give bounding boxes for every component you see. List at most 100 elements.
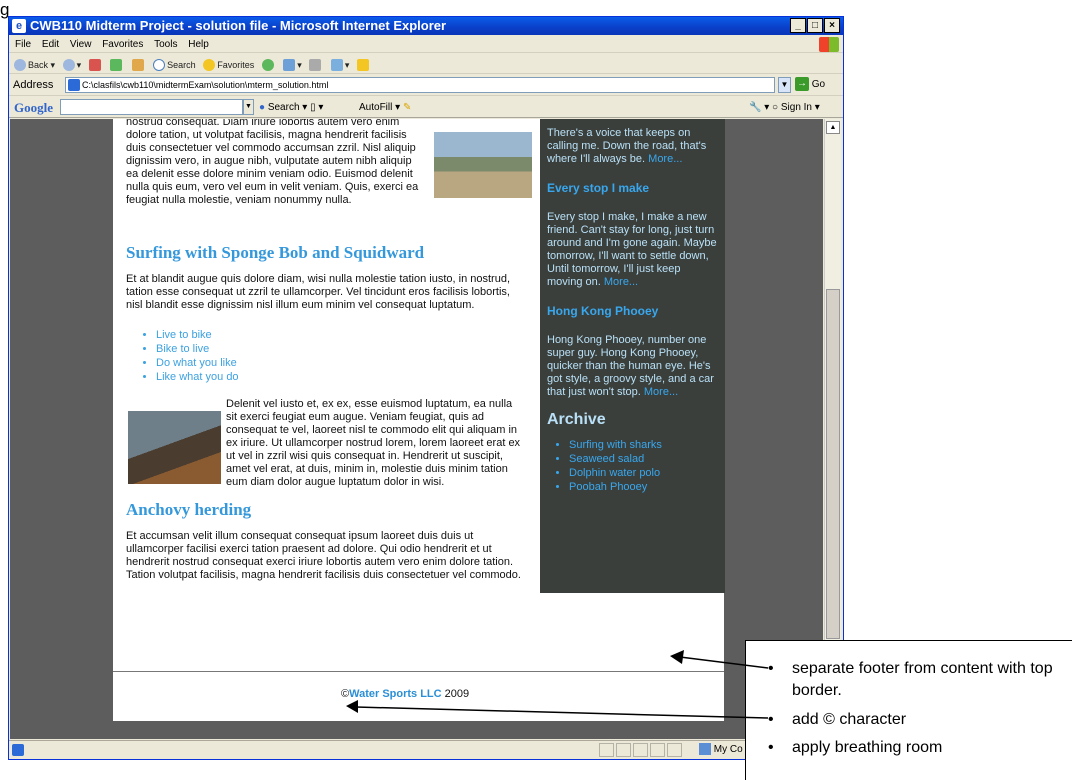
article-paragraph: Et at blandit augue quis dolore diam, wi… — [126, 273, 510, 311]
history-button[interactable] — [261, 55, 276, 75]
address-url: C:\clasfils\cwb110\midtermExam\solution\… — [82, 80, 329, 90]
list-item[interactable]: Do what you like — [156, 356, 526, 370]
page-footer: ©Water Sports LLC 2009 — [113, 671, 724, 721]
edit-button[interactable]: ▾ — [330, 55, 349, 75]
ie-icon: e — [12, 19, 26, 33]
annotation-item: apply breathing room — [746, 737, 1072, 759]
print-icon — [309, 59, 322, 72]
list-item[interactable]: Bike to live — [156, 342, 526, 356]
article-paragraph: Et accumsan velit illum consequat conseq… — [126, 530, 521, 581]
link-list: Live to bike Bike to live Do what you li… — [126, 328, 526, 384]
folder-button[interactable] — [356, 55, 371, 75]
address-bar: Address C:\clasfils\cwb110\midtermExam\s… — [9, 75, 843, 96]
brand-link[interactable]: Water Sports LLC — [349, 688, 442, 700]
page-icon — [68, 79, 80, 91]
sidebar-paragraph: Every stop I make, I make a new friend. … — [547, 211, 717, 288]
beach-photo — [434, 132, 532, 198]
go-button[interactable]: → Go — [795, 77, 825, 93]
menu-tools[interactable]: Tools — [154, 36, 177, 53]
search-button[interactable]: Search — [153, 55, 196, 75]
mail-icon — [283, 59, 296, 72]
list-item[interactable]: Poobah Phooey — [569, 480, 718, 494]
copyright-symbol: © — [341, 688, 350, 700]
sidebar-paragraph: Hong Kong Phooey, number one super guy. … — [547, 334, 714, 398]
list-item[interactable]: Live to bike — [156, 328, 526, 342]
refresh-icon — [110, 59, 123, 72]
footer-year: 2009 — [444, 688, 470, 700]
article-heading-anchovy: Anchovy herding — [126, 500, 252, 519]
address-label: Address — [13, 79, 54, 91]
web-page: nostrud consequat. Diam iriure lobortis … — [113, 119, 725, 721]
scrollbar-thumb[interactable] — [826, 289, 840, 639]
computer-icon — [699, 743, 711, 756]
list-item[interactable]: Surfing with sharks — [569, 438, 718, 452]
page-status-icon — [12, 744, 24, 756]
forward-arrow-icon — [62, 59, 75, 72]
google-search-button[interactable]: ● Search ▾ ▯ ▾ — [259, 97, 323, 118]
article-heading-surfing: Surfing with Sponge Bob and Squidward — [126, 243, 425, 262]
annotation-item: add © character — [746, 709, 1072, 731]
title-bar: e CWB110 Midterm Project - solution file… — [9, 17, 843, 35]
harbor-photo — [128, 411, 221, 484]
address-input[interactable]: C:\clasfils\cwb110\midtermExam\solution\… — [65, 77, 775, 93]
stop-button[interactable] — [88, 55, 103, 75]
annotation-box: separate footer from content with top bo… — [745, 640, 1072, 780]
article-paragraph: Delenit vel iusto et, ex ex, esse euismo… — [128, 398, 520, 488]
status-bar: My Co — [9, 740, 843, 759]
security-zone: My Co — [699, 741, 743, 759]
maximize-button[interactable]: □ — [807, 18, 823, 33]
archive-list: Surfing with sharks Seaweed salad Dolphi… — [547, 438, 718, 494]
search-icon — [153, 59, 166, 72]
stop-icon — [88, 59, 101, 72]
menu-file[interactable]: File — [15, 36, 31, 53]
scroll-up-button[interactable]: ▲ — [826, 121, 840, 134]
sidebar-heading: Every stop I make — [547, 181, 650, 195]
intro-paragraph: nostrud consequat. Diam iriure lobortis … — [126, 119, 419, 206]
more-link[interactable]: More... — [604, 276, 638, 288]
more-link[interactable]: More... — [644, 386, 678, 398]
minimize-button[interactable]: _ — [790, 18, 806, 33]
menu-edit[interactable]: Edit — [42, 36, 59, 53]
list-item[interactable]: Seaweed salad — [569, 452, 718, 466]
sign-in-button[interactable]: 🔧 ▾ ○ Sign In ▾ — [749, 97, 820, 118]
autofill-button[interactable]: AutoFill ▾ ✎ — [359, 97, 411, 118]
history-icon — [261, 59, 274, 72]
main-content: nostrud consequat. Diam iriure lobortis … — [126, 119, 532, 582]
menu-help[interactable]: Help — [188, 36, 209, 53]
google-search-input[interactable] — [60, 99, 243, 115]
window-title: CWB110 Midterm Project - solution file -… — [30, 18, 447, 33]
mail-button[interactable]: ▾ — [283, 55, 302, 75]
go-arrow-icon: → — [795, 77, 809, 92]
google-logo: Google — [14, 100, 53, 115]
refresh-button[interactable] — [110, 55, 124, 75]
google-toolbar: Google ▼ ● Search ▾ ▯ ▾ AutoFill ▾ ✎ 🔧 ▾… — [9, 97, 843, 118]
menu-favorites[interactable]: Favorites — [102, 36, 143, 53]
page-viewport: nostrud consequat. Diam iriure lobortis … — [10, 119, 823, 739]
folder-icon — [356, 59, 369, 72]
windows-logo-icon — [819, 37, 839, 52]
edit-icon — [330, 59, 343, 72]
forward-button[interactable]: ▾ — [62, 55, 81, 75]
address-dropdown-button[interactable]: ▼ — [778, 77, 791, 93]
print-button[interactable] — [309, 55, 323, 75]
annotation-item: separate footer from content with top bo… — [746, 658, 1072, 702]
standard-toolbar: Back ▾ ▾ Search Favorites ▾ ▾ — [9, 54, 843, 74]
close-button[interactable]: × — [824, 18, 840, 33]
sidebar-heading: Hong Kong Phooey — [547, 304, 659, 318]
back-arrow-icon — [14, 59, 26, 72]
list-item[interactable]: Dolphin water polo — [569, 466, 718, 480]
back-button[interactable]: Back ▾ — [14, 55, 55, 75]
more-link[interactable]: More... — [648, 153, 682, 165]
sidebar: There's a voice that keeps on calling me… — [540, 119, 725, 593]
menu-bar: File Edit View Favorites Tools Help — [9, 36, 843, 53]
star-icon — [203, 59, 216, 72]
favorites-button[interactable]: Favorites — [203, 55, 254, 75]
sidebar-intro: There's a voice that keeps on calling me… — [547, 127, 707, 165]
list-item[interactable]: Like what you do — [156, 370, 526, 384]
browser-window: e CWB110 Midterm Project - solution file… — [8, 16, 844, 760]
home-icon — [131, 59, 144, 72]
archive-heading: Archive — [547, 411, 606, 428]
google-dropdown-button[interactable]: ▼ — [243, 99, 254, 115]
home-button[interactable] — [131, 55, 146, 75]
menu-view[interactable]: View — [70, 36, 92, 53]
